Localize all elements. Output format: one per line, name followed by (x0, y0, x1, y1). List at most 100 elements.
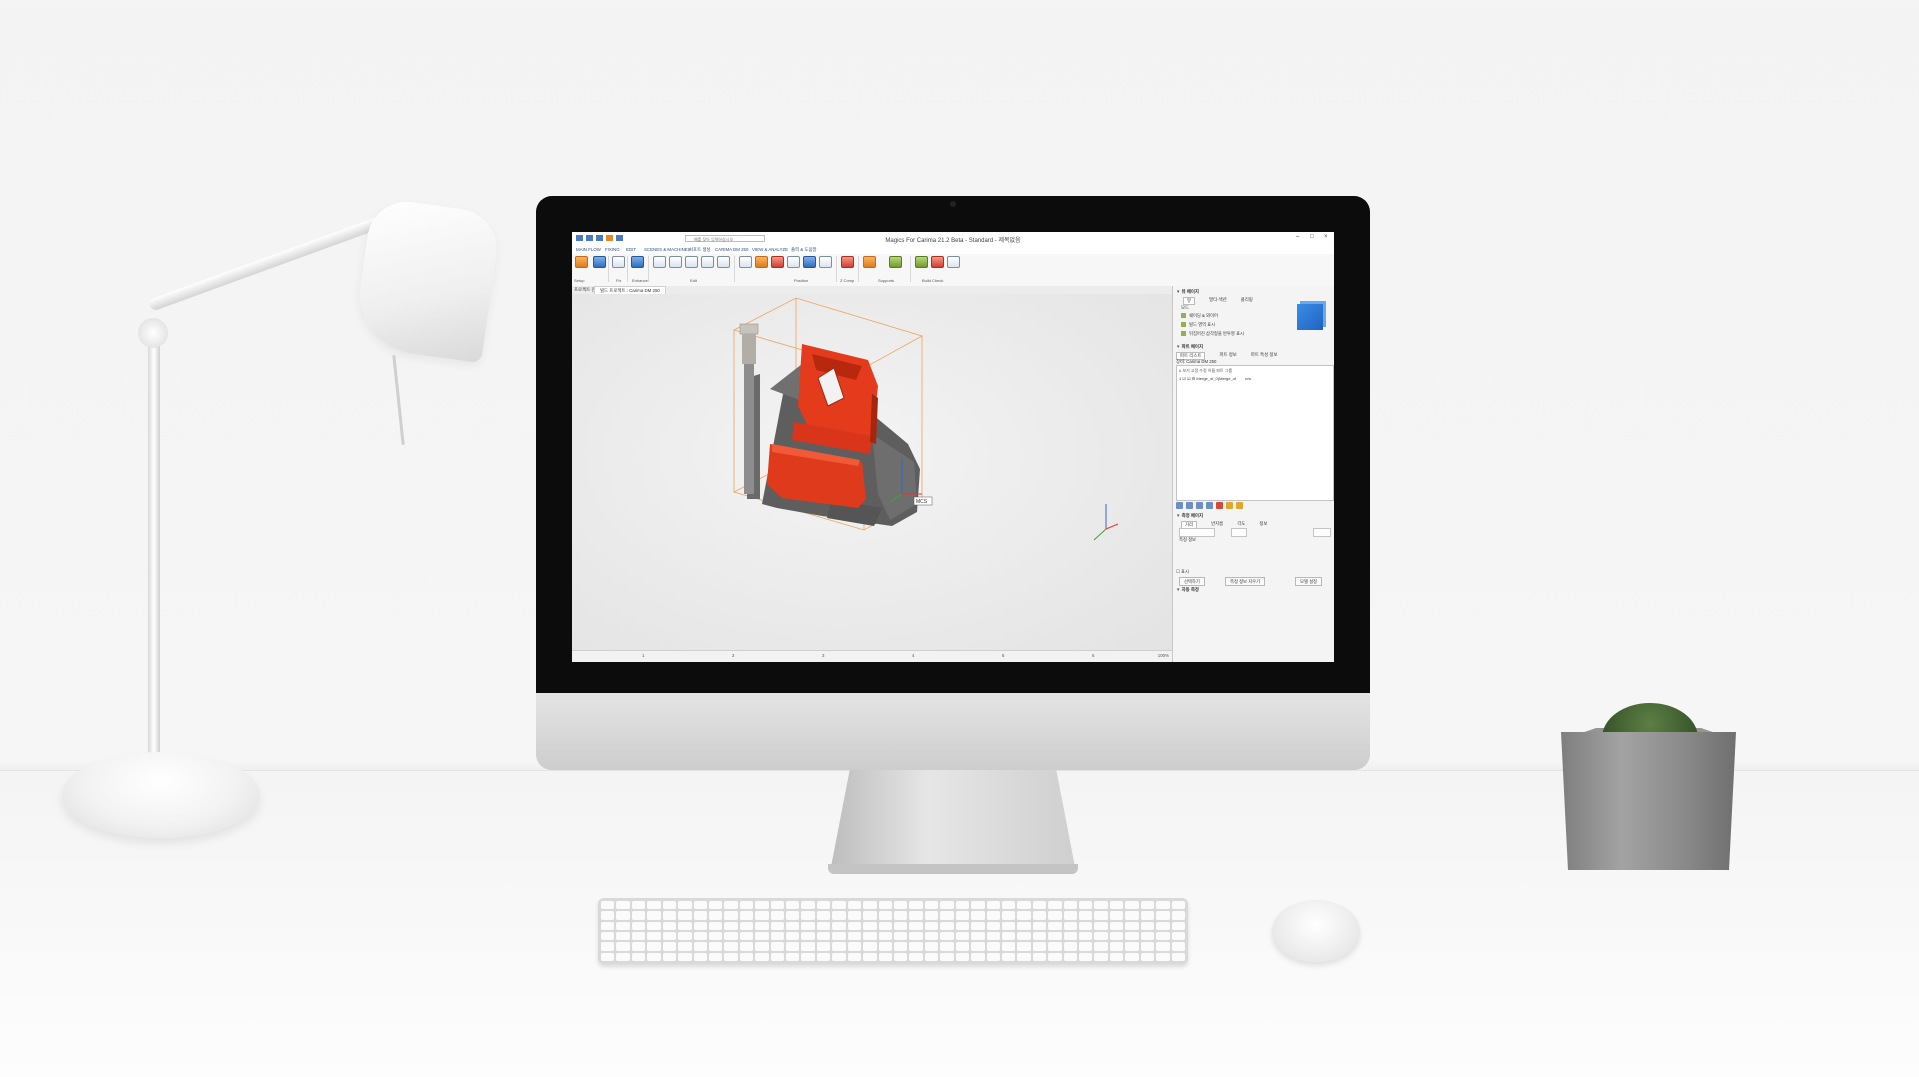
keyboard-key (940, 931, 954, 941)
build-prep-button[interactable] (914, 256, 928, 268)
show-icon[interactable] (1176, 502, 1183, 509)
window-title: Magics For Carima 21.2 Beta - Standard -… (885, 238, 1021, 244)
keyboard-key (662, 901, 677, 910)
view-page-header[interactable]: 뷰 페이지 (1176, 289, 1199, 295)
keyboard-key (693, 901, 707, 910)
keyboard-key (909, 921, 923, 930)
arrange-button[interactable] (818, 256, 832, 268)
keyboard-key (770, 952, 785, 961)
generate-support-button[interactable] (862, 256, 876, 268)
print-button[interactable] (930, 256, 944, 268)
group-icon[interactable] (1226, 502, 1233, 509)
measure-mode-select[interactable] (1179, 528, 1215, 537)
z-comp-button[interactable] (840, 256, 854, 268)
keyboard-key (1125, 901, 1139, 910)
measure-snap-select[interactable] (1313, 528, 1331, 537)
mirror-button[interactable] (716, 256, 730, 268)
preview-button[interactable] (652, 256, 666, 268)
keyboard-key (816, 911, 831, 920)
tab-fixing[interactable]: FIXING (605, 247, 620, 252)
minimize-button[interactable]: – (1296, 234, 1299, 240)
ungroup-icon[interactable] (1236, 502, 1243, 509)
keyboard-key (616, 921, 630, 930)
keyboard-key (832, 931, 846, 941)
history-checkbox[interactable]: ☐ 표시 (1176, 569, 1189, 575)
keyboard-key (971, 931, 985, 941)
tab-view-analyze[interactable]: VIEW & ANALYZE (752, 247, 788, 252)
close-button[interactable]: × (1324, 234, 1328, 240)
delete-icon[interactable] (1216, 502, 1223, 509)
select-button[interactable]: 선택하기 (1179, 577, 1205, 586)
tab-scenes-machines[interactable]: SCENES & MACHINES (644, 247, 691, 252)
model-settings-button[interactable]: 모델 설정 (1295, 577, 1323, 586)
measure-angle-select[interactable] (1231, 528, 1247, 537)
keyboard-key (1032, 931, 1047, 941)
clear-measure-button[interactable]: 측정 정보 지우기 (1225, 577, 1266, 586)
list-item[interactable]: 1 ☑ ☑ ⚙ Merge_of_0(Merge_of n/a (1179, 376, 1251, 381)
duplicate-button[interactable] (738, 256, 752, 268)
align-button[interactable] (786, 256, 800, 268)
tab-edit[interactable]: EDIT (626, 247, 636, 252)
part-page-header[interactable]: 파트 페이지 (1176, 344, 1203, 350)
auto-measure-header[interactable]: 자동 측정 (1176, 587, 1199, 593)
keyboard-key (1171, 901, 1185, 910)
keyboard-key (924, 911, 939, 920)
keyboard-key (739, 921, 754, 930)
generate-selected-support-button[interactable] (888, 256, 902, 268)
import-part-button[interactable] (592, 256, 606, 268)
keyboard-key (832, 901, 846, 910)
new-scene-button[interactable] (574, 256, 588, 268)
tab-part-info[interactable]: 파트 정보 (1219, 352, 1236, 360)
position-button[interactable] (802, 256, 816, 268)
nesting-button[interactable] (770, 256, 784, 268)
history-label: 표시 (1181, 569, 1189, 574)
view-cube-icon[interactable] (1297, 304, 1323, 330)
tab-carima-dm250[interactable]: CARIMA DM 250 (715, 247, 748, 252)
auto-place-button[interactable] (754, 256, 768, 268)
hide-icon[interactable] (1186, 502, 1193, 509)
keyboard-key (955, 901, 970, 910)
keyboard-key (662, 942, 677, 951)
fix-part-button[interactable] (611, 256, 625, 268)
keyboard-key (878, 952, 892, 961)
keyboard-key (1094, 942, 1108, 951)
rotate-button[interactable] (684, 256, 698, 268)
part-list[interactable]: # 보기 고정 수정 이름 파트 그룹 1 ☑ ☑ ⚙ Merge_of_0(M… (1176, 365, 1334, 501)
cut-fill-button[interactable] (630, 256, 644, 268)
keyboard-key (1032, 942, 1047, 951)
tab-clipping[interactable]: 클리핑 (1241, 297, 1253, 305)
keyboard-key (1063, 952, 1078, 961)
3d-viewport[interactable]: MCS (572, 294, 1172, 650)
measure-page-header[interactable]: 측정 페이지 (1176, 513, 1203, 519)
tab-view[interactable]: 뷰 (1183, 297, 1196, 305)
scale-button[interactable] (700, 256, 714, 268)
option-shading-wire[interactable]: 쉐이딩 & 와이어 (1181, 313, 1218, 319)
select-icon[interactable] (1196, 502, 1203, 509)
part-toolbar (1176, 502, 1243, 509)
keyboard-key (878, 901, 892, 910)
keyboard-key (786, 931, 800, 941)
keyboard-key (1094, 921, 1108, 930)
tab-multi-section[interactable]: 멀티-섹션 (1209, 297, 1227, 305)
mouse (1272, 900, 1360, 962)
option-build-area[interactable]: 빌드 영역 표시 (1181, 322, 1215, 328)
keyboard-key (986, 911, 1000, 920)
build-project-tab[interactable]: 빌드 프로젝트 : Carima DM 250 (594, 286, 666, 294)
tab-output-help[interactable]: 출력 & 도움말 (791, 247, 817, 253)
invert-icon[interactable] (1206, 502, 1213, 509)
tab-support-generation[interactable]: 서포트 생성 (689, 247, 710, 253)
tab-part-properties[interactable]: 파트 특성 정보 (1251, 352, 1278, 360)
tab-info[interactable]: 정보 (1259, 521, 1267, 529)
keyboard-key (878, 942, 892, 951)
move-button[interactable] (668, 256, 682, 268)
keyboard-key (1109, 942, 1124, 951)
keyboard-key (1032, 952, 1047, 961)
maximize-button[interactable]: □ (1310, 234, 1314, 240)
keyboard-key (1094, 931, 1108, 941)
ribbon-separator (910, 256, 911, 282)
tab-main-flow[interactable]: MAIN FLOW (576, 247, 601, 252)
lamp-arm (147, 214, 387, 312)
generate-button[interactable] (946, 256, 960, 268)
option-inverted-triangles[interactable]: 뒤집어진 삼각형을 반투명 표시 (1181, 331, 1244, 337)
bottom-ruler: 1 2 3 4 5 6 100% (572, 650, 1172, 662)
